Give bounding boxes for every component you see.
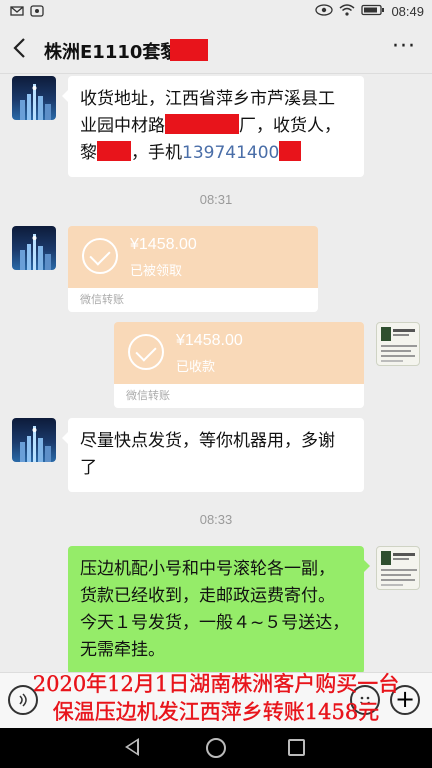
redaction-mark <box>170 39 208 61</box>
contact-avatar[interactable] <box>12 226 56 270</box>
status-time: 08:49 <box>391 4 424 19</box>
chat-title: 株洲E1110套黎 <box>44 42 179 63</box>
home-circle-icon[interactable] <box>206 738 226 758</box>
phone-number-link[interactable]: 139741400 <box>182 143 279 163</box>
contact-avatar[interactable] <box>12 418 56 462</box>
transfer-card[interactable]: ¥1458.00 已收款 微信转账 <box>114 322 364 408</box>
system-nav-bar <box>0 728 432 768</box>
transfer-footer: 微信转账 <box>68 288 318 312</box>
message-timestamp: 08:33 <box>199 512 233 527</box>
more-options-button[interactable]: ··· <box>392 34 416 59</box>
eye-icon <box>315 4 334 19</box>
transfer-amount: ¥1458.00 <box>130 236 197 253</box>
transfer-footer: 微信转账 <box>114 384 364 408</box>
check-circle-icon <box>82 238 118 274</box>
redaction-mark <box>165 114 239 134</box>
chevron-left-icon <box>13 38 25 58</box>
transfer-status: 已被领取 <box>130 264 183 279</box>
caption-line: 2020年12月1日湖南株洲客户购买一台 <box>32 672 400 696</box>
message-line: 尽量快点发货，等你机器用，多谢 <box>80 431 335 451</box>
transfer-amount: ¥1458.00 <box>176 332 243 349</box>
message-line: 货款已经收到，走邮政运费寄付。 <box>80 586 335 606</box>
message-line: 今天１号发货，一般４~５号送达， <box>80 613 350 633</box>
transfer-card[interactable]: ¥1458.00 已被领取 微信转账 <box>68 226 318 312</box>
check-circle-icon <box>128 334 164 370</box>
chat-header: 株洲E1110套黎 ··· <box>0 26 432 74</box>
redaction-mark <box>97 141 131 161</box>
my-avatar[interactable] <box>376 322 420 366</box>
back-button[interactable] <box>12 36 36 64</box>
message-line: 业园中材路 厂，收货人， <box>80 114 341 136</box>
back-triangle-icon[interactable] <box>125 738 139 756</box>
my-avatar[interactable] <box>376 546 420 590</box>
received-message[interactable]: 尽量快点发货，等你机器用，多谢 了 <box>62 418 364 492</box>
received-message[interactable]: 收货地址，江西省萍乡市芦溪县工 业园中材路 厂，收货人， 黎，手机13974140… <box>62 76 364 177</box>
status-bar: 08:49 <box>0 0 432 26</box>
status-right-icons: 08:49 <box>315 4 424 19</box>
message-line: 收货地址，江西省萍乡市芦溪县工 <box>80 89 335 109</box>
transfer-status: 已收款 <box>176 360 216 375</box>
message-line: 压边机配小号和中号滚轮各一副， <box>80 559 335 579</box>
status-left-icons <box>10 5 44 21</box>
recent-square-icon[interactable] <box>288 739 305 756</box>
sent-message[interactable]: 压边机配小号和中号滚轮各一副， 货款已经收到，走邮政运费寄付。 今天１号发货，一… <box>68 546 370 674</box>
wifi-icon <box>339 4 355 19</box>
message-line: 了 <box>80 458 97 478</box>
transfer-card-body: ¥1458.00 已被领取 <box>68 226 318 288</box>
message-line: 黎，手机139741400 <box>80 140 352 167</box>
contact-avatar[interactable] <box>12 76 56 120</box>
message-timestamp: 08:31 <box>199 192 233 207</box>
caption-overlay: 2020年12月1日湖南株洲客户购买一台 保温压边机发江西萍乡转账1458元 <box>0 670 432 726</box>
redaction-mark <box>279 141 302 161</box>
notification-icon <box>30 5 44 21</box>
transfer-card-body: ¥1458.00 已收款 <box>114 322 364 384</box>
battery-icon <box>361 4 385 19</box>
caption-line: 保温压边机发江西萍乡转账1458元 <box>52 700 380 724</box>
mail-icon <box>10 5 24 21</box>
message-line: 无需牵挂。 <box>80 640 165 660</box>
